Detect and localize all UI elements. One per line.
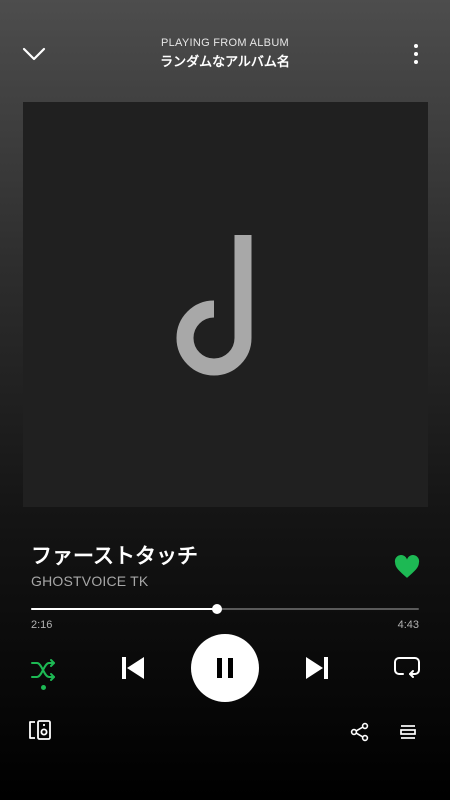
playing-context: PLAYING FROM ALBUM ランダムなアルバム名	[100, 37, 350, 70]
skip-next-icon	[306, 657, 328, 679]
repeat-icon	[394, 657, 420, 678]
collapse-button[interactable]	[16, 36, 52, 72]
context-label: PLAYING FROM ALBUM	[160, 37, 290, 49]
elapsed-time: 2:16	[31, 619, 53, 631]
pause-button[interactable]	[191, 634, 259, 702]
next-button[interactable]	[297, 648, 337, 688]
track-artist[interactable]: GHOSTVOICE TK	[31, 573, 148, 589]
shuffle-active-indicator	[41, 685, 46, 690]
repeat-button[interactable]	[387, 648, 427, 688]
progress-thumb[interactable]	[212, 604, 223, 614]
shuffle-button[interactable]	[24, 650, 64, 690]
total-duration: 4:43	[397, 619, 419, 631]
album-name[interactable]: ランダムなアルバム名	[100, 51, 350, 70]
album-artwork	[23, 102, 428, 507]
skip-previous-icon	[122, 657, 144, 679]
queue-icon	[400, 725, 416, 739]
share-button[interactable]	[344, 716, 376, 748]
previous-button[interactable]	[113, 648, 153, 688]
connect-devices-button[interactable]	[24, 714, 56, 746]
now-playing-header: PLAYING FROM ALBUM ランダムなアルバム名	[0, 0, 450, 100]
progress-fill	[31, 608, 218, 610]
shuffle-icon	[31, 659, 55, 681]
like-button[interactable]	[390, 550, 424, 584]
album-art-logo-icon	[176, 235, 252, 376]
queue-button[interactable]	[392, 716, 424, 748]
pause-icon	[217, 658, 233, 678]
track-title[interactable]: ファーストタッチ	[31, 540, 198, 570]
more-options-button[interactable]	[398, 36, 434, 72]
progress-bar[interactable]	[31, 602, 419, 616]
heart-icon	[394, 555, 420, 578]
connect-devices-icon	[29, 720, 51, 740]
chevron-down-icon	[22, 47, 46, 61]
share-icon	[350, 722, 369, 742]
more-vertical-icon	[414, 44, 418, 64]
